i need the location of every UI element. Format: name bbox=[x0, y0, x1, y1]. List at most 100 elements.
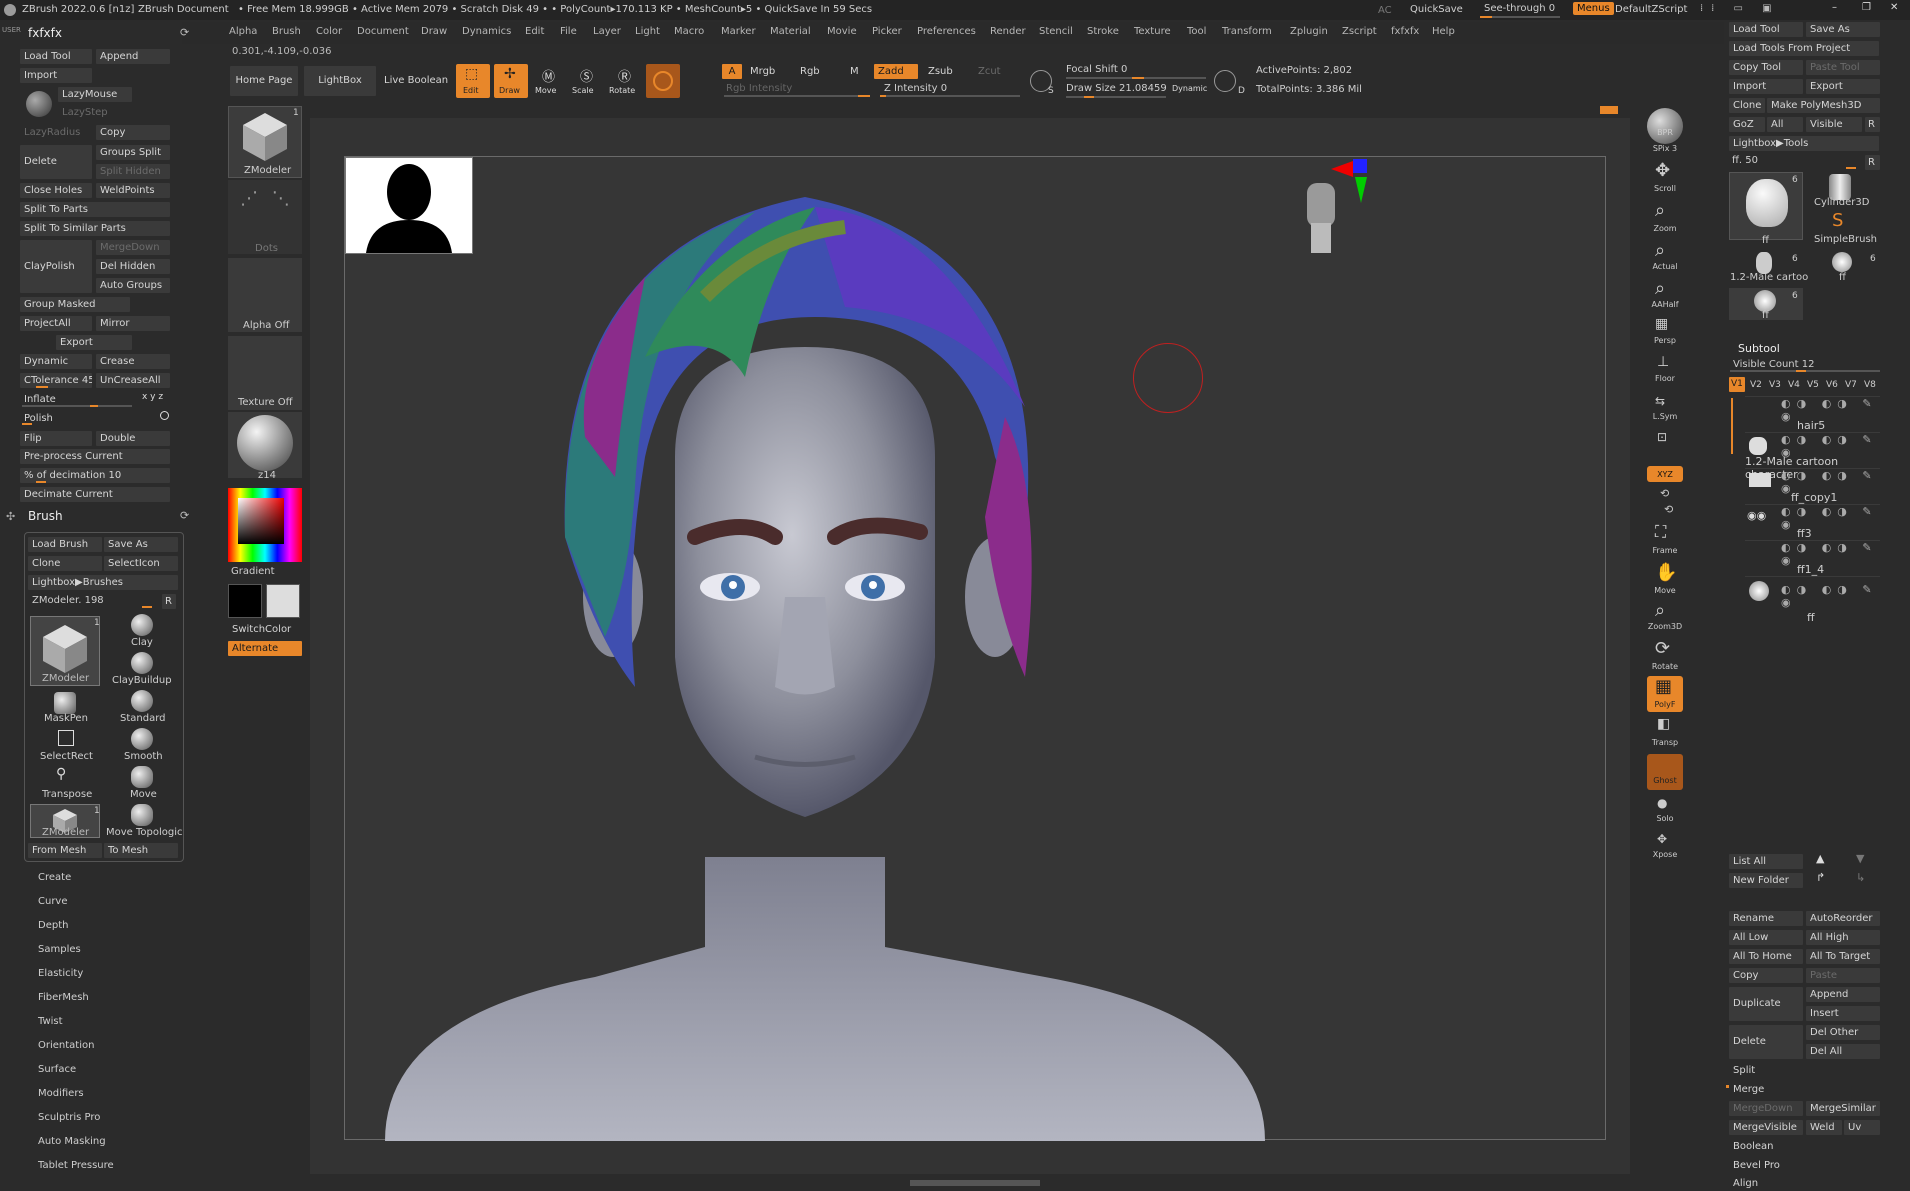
from-mesh-button[interactable]: From Mesh bbox=[28, 843, 102, 858]
close-holes-button[interactable]: Close Holes bbox=[20, 183, 92, 198]
menu-layer[interactable]: Layer bbox=[593, 26, 621, 37]
material-mode-button[interactable] bbox=[646, 64, 680, 98]
dynamic-toggle[interactable]: Dynamic bbox=[1172, 84, 1207, 93]
main-color-swatch[interactable] bbox=[228, 584, 262, 618]
goz-all-button[interactable]: All bbox=[1767, 117, 1803, 132]
subtool-row[interactable]: ◐◑ ◐◑ ✎ ◉ ff_copy1 bbox=[1745, 468, 1880, 504]
edit-mode-button[interactable]: ⬚ Edit bbox=[456, 64, 490, 98]
projectall-button[interactable]: ProjectAll bbox=[20, 316, 92, 331]
split-section[interactable]: Split bbox=[1729, 1063, 1879, 1078]
merge-section[interactable]: Merge bbox=[1729, 1082, 1879, 1097]
lsym-button[interactable]: ⇆ bbox=[1647, 394, 1683, 414]
auto-groups-button[interactable]: Auto Groups bbox=[96, 278, 170, 293]
brush-standard-icon[interactable] bbox=[131, 690, 153, 712]
subtool-row[interactable]: ◐◑ ◐◑ ✎ ◉ 1.2-Male cartoon character bbox=[1745, 432, 1880, 481]
merge-similar-button[interactable]: MergeSimilar bbox=[1806, 1101, 1880, 1116]
menu-stencil[interactable]: Stencil bbox=[1039, 26, 1073, 37]
all-high-button[interactable]: All High bbox=[1806, 930, 1880, 945]
rgb-toggle[interactable]: Rgb bbox=[796, 64, 832, 79]
list-all-button[interactable]: List All bbox=[1729, 854, 1803, 869]
lazystep-slider[interactable]: LazyStep bbox=[58, 105, 132, 120]
import-button[interactable]: Import bbox=[20, 68, 92, 83]
menus-toggle[interactable]: Menus bbox=[1573, 2, 1614, 15]
brush-size-slider[interactable]: ZModeler. 198 bbox=[32, 595, 104, 606]
folder-in-icon[interactable]: ↱ bbox=[1816, 871, 1825, 884]
menu-material[interactable]: Material bbox=[770, 26, 811, 37]
version-v5[interactable]: V5 bbox=[1807, 380, 1819, 390]
solo-button[interactable]: ● bbox=[1647, 796, 1683, 816]
crease-button[interactable]: Crease bbox=[96, 354, 170, 369]
menu-document[interactable]: Document bbox=[357, 26, 409, 37]
axis-gizmo[interactable] bbox=[1331, 157, 1381, 207]
quicksave-button[interactable]: QuickSave bbox=[1410, 4, 1463, 15]
goz-button[interactable]: GoZ bbox=[1729, 117, 1765, 132]
version-v2[interactable]: V2 bbox=[1750, 380, 1762, 390]
section-twist[interactable]: Twist bbox=[22, 1016, 182, 1040]
subtool-visibility-icons[interactable]: ◐◑ ◐◑ ✎ ◉ bbox=[1781, 397, 1880, 423]
align-section[interactable]: Align bbox=[1729, 1176, 1879, 1191]
bpr-button[interactable] bbox=[1647, 108, 1683, 144]
lightbox-button[interactable]: LightBox bbox=[304, 66, 376, 96]
secondary-color-swatch[interactable] bbox=[266, 584, 300, 618]
menu-file[interactable]: File bbox=[560, 26, 577, 37]
menu-edit[interactable]: Edit bbox=[525, 26, 544, 37]
subtool-row[interactable]: ◐◑ ◐◑ ✎ ◉ hair5 bbox=[1745, 396, 1880, 432]
focal-shift-slider[interactable]: Focal Shift 0 bbox=[1066, 64, 1127, 75]
live-boolean-button[interactable]: Live Boolean bbox=[380, 66, 448, 96]
polish-toggle-icon[interactable] bbox=[160, 411, 169, 420]
group-masked-button[interactable]: Group Masked bbox=[20, 297, 130, 312]
split-hidden-button[interactable]: Split Hidden bbox=[96, 164, 170, 179]
folder-out-icon[interactable]: ↳ bbox=[1856, 871, 1865, 884]
version-v1[interactable]: V1 bbox=[1729, 377, 1745, 392]
load-tools-project-button[interactable]: Load Tools From Project bbox=[1729, 41, 1879, 56]
lazyradius-slider[interactable]: LazyRadius bbox=[20, 125, 92, 140]
split-to-parts-button[interactable]: Split To Parts bbox=[20, 202, 170, 217]
menu-stroke[interactable]: Stroke bbox=[1087, 26, 1119, 37]
goz-r-button[interactable]: R bbox=[1865, 117, 1880, 132]
brush-move-icon[interactable] bbox=[131, 766, 153, 788]
zsub-toggle[interactable]: Zsub bbox=[924, 64, 964, 79]
decimate-current-button[interactable]: Decimate Current bbox=[20, 487, 170, 502]
subtool-row[interactable]: ◐◑ ◐◑ ✎ ◉ ff bbox=[1745, 576, 1880, 624]
see-through-slider[interactable]: See-through 0 bbox=[1484, 3, 1555, 14]
brush-claybuildup-icon[interactable] bbox=[131, 652, 153, 674]
draw-size-slider[interactable]: Draw Size 21.08459 bbox=[1066, 83, 1167, 94]
goz-visible-button[interactable]: Visible bbox=[1806, 117, 1862, 132]
load-tool-button[interactable]: Load Tool bbox=[20, 49, 92, 64]
copy-tool-button[interactable]: Copy Tool bbox=[1729, 60, 1803, 75]
subtool-title[interactable]: Subtool bbox=[1738, 342, 1780, 355]
a-toggle[interactable]: A bbox=[722, 64, 742, 79]
brush-reset-button[interactable]: R bbox=[162, 594, 176, 609]
tool-import-button[interactable]: Import bbox=[1729, 79, 1803, 94]
version-v7[interactable]: V7 bbox=[1845, 380, 1857, 390]
section-create[interactable]: Create bbox=[22, 872, 182, 896]
menu-alpha[interactable]: Alpha bbox=[229, 26, 257, 37]
section-curve[interactable]: Curve bbox=[22, 896, 182, 920]
groups-split-button[interactable]: Groups Split bbox=[96, 145, 170, 160]
xpose-button[interactable]: ✥ bbox=[1647, 832, 1683, 852]
move-down-icon[interactable]: ▼ bbox=[1856, 852, 1864, 865]
make-polymesh-button[interactable]: Make PolyMesh3D bbox=[1767, 98, 1880, 113]
selecticon-button[interactable]: SelectIcon bbox=[104, 556, 178, 571]
brush-save-as-button[interactable]: Save As bbox=[104, 537, 178, 552]
shelf-label[interactable]: SPix 3 bbox=[1640, 144, 1690, 153]
uncreaseall-button[interactable]: UnCreaseAll bbox=[96, 373, 170, 388]
split-similar-button[interactable]: Split To Similar Parts bbox=[20, 221, 170, 236]
copy-button[interactable]: Copy bbox=[96, 125, 170, 140]
close-icon[interactable]: ✕ bbox=[1890, 2, 1898, 13]
subtool-copy-button[interactable]: Copy bbox=[1729, 968, 1803, 983]
color-picker[interactable] bbox=[228, 488, 302, 562]
bevel-pro-section[interactable]: Bevel Pro bbox=[1729, 1158, 1879, 1173]
section-orientation[interactable]: Orientation bbox=[22, 1040, 182, 1064]
subtool-row[interactable]: ◉◉ ◐◑ ◐◑ ✎ ◉ ff3 bbox=[1745, 504, 1880, 540]
merge-visible-button[interactable]: MergeVisible bbox=[1729, 1120, 1803, 1135]
all-to-home-button[interactable]: All To Home bbox=[1729, 949, 1803, 964]
mrgb-toggle[interactable]: Mrgb bbox=[746, 64, 786, 79]
version-v8[interactable]: V8 bbox=[1864, 380, 1876, 390]
m-toggle[interactable]: M bbox=[846, 64, 864, 79]
subtool-delete-button[interactable]: Delete bbox=[1729, 1025, 1803, 1059]
draw-mode-button[interactable]: ✢ Draw bbox=[494, 64, 528, 98]
alternate-button[interactable]: Alternate bbox=[228, 641, 302, 656]
rotate-y-icon[interactable]: ⟲ bbox=[1660, 487, 1669, 500]
brush-smooth-icon[interactable] bbox=[131, 728, 153, 750]
